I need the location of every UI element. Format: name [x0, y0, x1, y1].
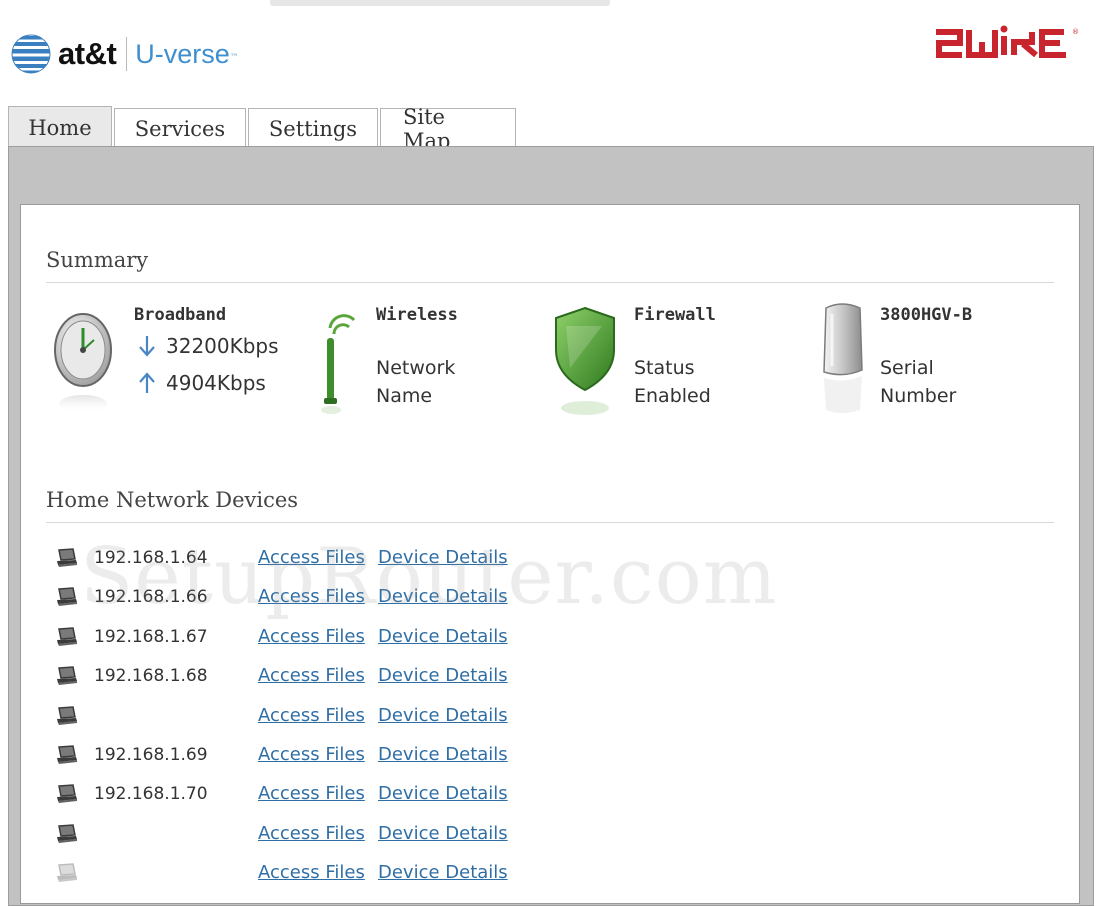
device-details-link[interactable]: Device Details — [378, 782, 508, 806]
computer-icon — [56, 666, 78, 686]
upload-speed: 4904Kbps — [138, 371, 266, 395]
trademark-symbol: ™ — [229, 53, 239, 63]
device-row: 192.168.1.64 Access Files Device Details — [56, 546, 536, 576]
tab-settings[interactable]: Settings — [248, 108, 378, 148]
device-ip: 192.168.1.67 — [94, 627, 208, 647]
firewall-label: Firewall — [634, 305, 716, 325]
device-details-link[interactable]: Device Details — [378, 704, 508, 728]
download-speed-value: 32200Kbps — [166, 334, 279, 358]
access-files-link[interactable]: Access Files — [258, 743, 365, 767]
device-ip: 192.168.1.70 — [94, 784, 208, 804]
device-line-2: Number — [880, 385, 957, 407]
computer-icon — [56, 587, 78, 607]
device-details-link[interactable]: Device Details — [378, 585, 508, 609]
computer-icon — [56, 745, 78, 765]
download-speed: 32200Kbps — [138, 334, 279, 358]
device-row: 192.168.1.69 Access Files Device Details — [56, 743, 536, 773]
device-details-link[interactable]: Device Details — [378, 546, 508, 570]
device-details-link[interactable]: Device Details — [378, 822, 508, 846]
firewall-status: Status Enabled — [634, 354, 711, 410]
device-line-1: Serial — [880, 357, 934, 379]
summary-title: Summary — [46, 248, 149, 272]
gateway-device-icon — [823, 303, 863, 413]
device-row: Access Files Device Details — [56, 704, 536, 734]
wireless-network-label: Network Name — [376, 354, 455, 410]
svg-text:®: ® — [1072, 28, 1079, 36]
summary-divider — [46, 282, 1054, 283]
computer-icon — [56, 548, 78, 568]
att-logo-text: at&t — [58, 36, 117, 71]
tab-home[interactable]: Home — [8, 106, 112, 148]
device-ip: 192.168.1.66 — [94, 587, 208, 607]
device-serial: Serial Number — [880, 354, 956, 410]
shield-icon — [555, 306, 615, 415]
2wire-logo: ® — [936, 25, 1079, 58]
gauge-icon — [54, 313, 112, 413]
access-files-link[interactable]: Access Files — [258, 704, 365, 728]
device-row: 192.168.1.68 Access Files Device Details — [56, 664, 536, 694]
browser-top-strip — [270, 0, 610, 6]
wireless-line-2: Name — [376, 385, 433, 407]
device-ip: 192.168.1.69 — [94, 745, 208, 765]
device-row: 192.168.1.66 Access Files Device Details — [56, 585, 536, 615]
upload-speed-value: 4904Kbps — [166, 371, 266, 395]
computer-icon — [56, 824, 78, 844]
device-ip: 192.168.1.68 — [94, 666, 208, 686]
wireless-line-1: Network — [376, 357, 456, 379]
firewall-line-2: Enabled — [634, 385, 711, 407]
computer-icon — [56, 863, 78, 883]
device-details-link[interactable]: Device Details — [378, 861, 508, 885]
device-row: Access Files Device Details — [56, 822, 536, 852]
att-uverse-logo: at&t U-verse ™ — [10, 30, 239, 78]
devices-divider — [46, 522, 1054, 523]
access-files-link[interactable]: Access Files — [258, 664, 365, 688]
home-network-devices-title: Home Network Devices — [46, 488, 299, 512]
computer-icon — [56, 627, 78, 647]
tab-site-map[interactable]: Site Map — [380, 105, 516, 153]
device-model-label: 3800HGV-B — [880, 305, 973, 325]
access-files-link[interactable]: Access Files — [258, 822, 365, 846]
device-details-link[interactable]: Device Details — [378, 664, 508, 688]
computer-icon — [56, 784, 78, 804]
device-row: Access Files Device Details — [56, 861, 536, 891]
wireless-antenna-icon — [321, 314, 356, 414]
upload-arrow-icon — [139, 372, 155, 393]
att-globe-icon — [11, 34, 51, 74]
uverse-logo-text: U-verse — [135, 38, 230, 69]
device-details-link[interactable]: Device Details — [378, 743, 508, 767]
firewall-line-1: Status — [634, 357, 695, 379]
access-files-link[interactable]: Access Files — [258, 782, 365, 806]
wireless-label: Wireless — [376, 305, 458, 325]
device-row: 192.168.1.70 Access Files Device Details — [56, 782, 536, 812]
tab-services[interactable]: Services — [114, 108, 246, 148]
download-arrow-icon — [139, 336, 155, 357]
computer-icon — [56, 706, 78, 726]
access-files-link[interactable]: Access Files — [258, 585, 365, 609]
main-tabs: Home Services Settings Site Map — [8, 105, 518, 153]
access-files-link[interactable]: Access Files — [258, 625, 365, 649]
device-ip: 192.168.1.64 — [94, 548, 208, 568]
logo-separator — [126, 37, 128, 71]
broadband-label: Broadband — [134, 305, 227, 325]
access-files-link[interactable]: Access Files — [258, 861, 365, 885]
device-details-link[interactable]: Device Details — [378, 625, 508, 649]
device-row: 192.168.1.67 Access Files Device Details — [56, 625, 536, 655]
access-files-link[interactable]: Access Files — [258, 546, 365, 570]
